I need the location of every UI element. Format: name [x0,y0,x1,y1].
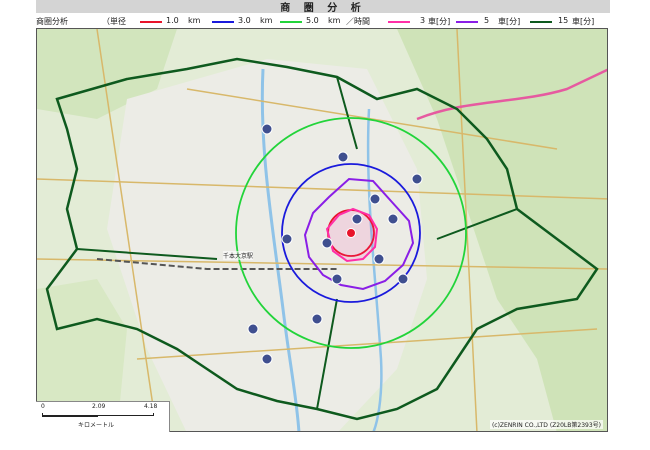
header-bar: 商 圏 分 析 [36,0,610,14]
scale-bar: 0 2.09 4.18 キロメートル [36,401,170,432]
scale-tick-0: 0 [41,403,45,410]
scale-segment [42,415,98,417]
legend-time-15-unit: 車[分] [572,17,595,26]
legend-swatch-15min [530,21,552,23]
legend-time-3-unit: 車[分] [428,17,451,26]
legend-radius-label: （単径 [102,17,126,26]
legend-swatch-5km [280,21,302,23]
store-location-marker[interactable] [346,228,356,238]
legend-swatch-1km [140,21,162,23]
legend-swatch-5min [456,21,478,23]
legend-time-label: ／時間 [346,17,370,26]
legend-radius-3-value: 3.0 [238,16,251,25]
legend-label: 商圏分析 [36,17,68,26]
legend-radius-5-unit: km [328,16,341,25]
map-canvas[interactable] [37,29,608,432]
map[interactable]: 千本大京駅 (c)ZENRIN CO.,LTD (Z20LB第2393号) [36,28,608,432]
legend-radius-1-value: 1.0 [166,16,179,25]
legend-time-3-value: 3 [420,16,426,25]
station-label: 千本大京駅 [223,251,254,260]
copyright-notice: (c)ZENRIN CO.,LTD (Z20LB第2393号) [489,420,603,429]
legend-swatch-3min [388,21,410,23]
legend-radius-5-value: 5.0 [306,16,319,25]
legend-time-15-value: 15 [558,16,569,25]
legend-time-5-unit: 車[分] [498,17,521,26]
page-title: 商 圏 分 析 [280,3,366,14]
scale-tick-2: 4.18 [144,403,158,410]
scale-unit: キロメートル [78,422,115,429]
legend-time-5-value: 5 [484,16,490,25]
scale-tick-1: 2.09 [92,403,106,410]
legend-swatch-3km [212,21,234,23]
legend: 商圏分析 （単径 1.0 km 3.0 km 5.0 km ／時間 3 車[分]… [36,14,610,28]
legend-radius-3-unit: km [260,16,273,25]
legend-radius-1-unit: km [188,16,201,25]
